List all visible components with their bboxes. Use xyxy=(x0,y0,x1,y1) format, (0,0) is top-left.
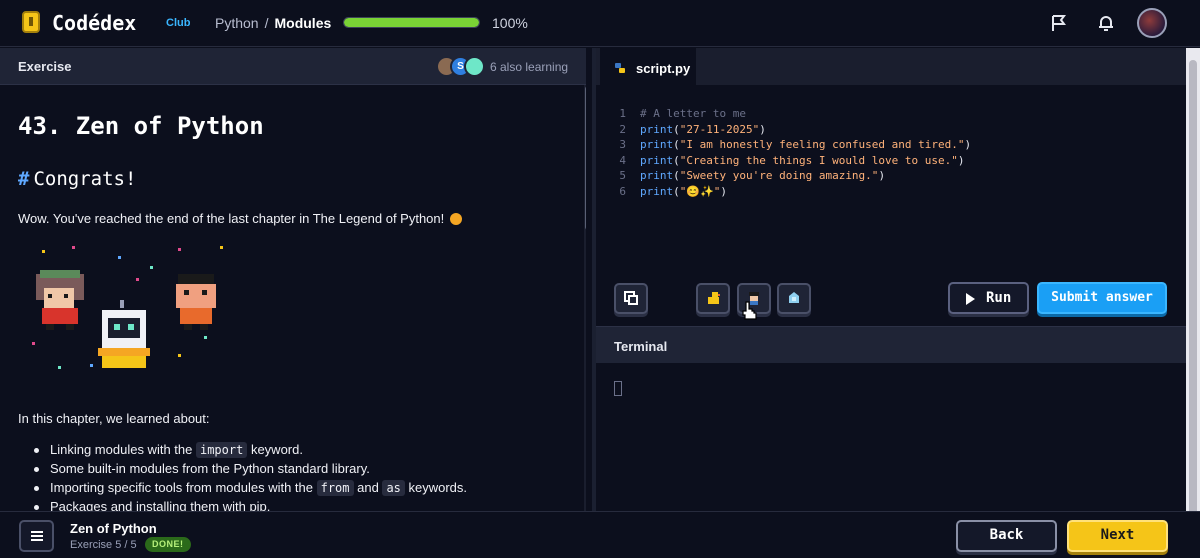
logo-club-label: Club xyxy=(166,17,191,29)
code-line: 2 print("27-11-2025") xyxy=(596,122,971,138)
learners-count: 6 also learning xyxy=(490,60,569,74)
editor-tab-bar: script.py xyxy=(596,48,1186,85)
celebration-pixel-art xyxy=(32,246,223,369)
breadcrumb: Python / Modules xyxy=(215,15,331,31)
user-avatar[interactable] xyxy=(1137,8,1167,38)
line-number: 2 xyxy=(619,122,626,136)
exercise-count: Exercise 5 / 5 xyxy=(70,539,137,551)
code-function: print xyxy=(640,169,674,182)
code-line: 6 print("😊✨") xyxy=(596,184,971,200)
line-number: 1 xyxy=(619,107,626,120)
back-button[interactable]: Back xyxy=(956,520,1057,552)
code-string: "Creating the things I would love to use… xyxy=(679,153,958,167)
line-number: 4 xyxy=(619,153,626,167)
breadcrumb-modules[interactable]: Modules xyxy=(274,15,331,31)
terminal-output[interactable] xyxy=(596,363,1186,511)
exercise-panel-header: Exercise S 6 also learning xyxy=(0,48,586,85)
terminal-title: Terminal xyxy=(614,339,668,354)
python-icon xyxy=(615,63,625,73)
intro-paragraph: Wow. You've reached the end of the last … xyxy=(18,211,462,226)
code-string: "I am honestly feeling confused and tire… xyxy=(679,138,965,151)
code-line: 4 print("Creating the things I would love… xyxy=(596,153,971,169)
copy-icon xyxy=(624,291,638,305)
list-item-text: keyword. xyxy=(247,442,303,457)
flag-icon[interactable] xyxy=(1050,14,1068,32)
top-nav: Codédex Club Python / Modules 100% xyxy=(0,0,1200,47)
list-item-text: keywords. xyxy=(404,480,468,495)
code-function: print xyxy=(640,138,674,151)
submit-answer-button[interactable]: Submit answer xyxy=(1037,282,1167,314)
code-function: print xyxy=(640,153,674,167)
exercise-panel: Exercise S 6 also learning 43. Zen of Py… xyxy=(0,48,586,511)
list-item-text: Some built-in modules from the Python st… xyxy=(50,461,370,476)
logo-coin-icon[interactable] xyxy=(22,11,40,33)
code-area[interactable]: 1 # A letter to me 2 print("27-11-2025") 3… xyxy=(596,106,971,199)
inline-code: from xyxy=(316,480,354,496)
bottom-bar: Zen of Python Exercise 5 / 5 DONE! Back … xyxy=(0,511,1200,558)
list-item: Packages and installing them with pip. xyxy=(34,497,467,511)
line-number: 3 xyxy=(619,138,626,151)
breadcrumb-separator: / xyxy=(264,15,269,31)
code-function: print xyxy=(640,184,674,198)
smiling-emoji-icon xyxy=(449,213,462,225)
tab-label: script.py xyxy=(636,61,691,76)
breadcrumb-python[interactable]: Python xyxy=(215,15,259,31)
run-button[interactable]: Run xyxy=(948,282,1029,314)
list-item-text: and xyxy=(353,480,383,495)
code-string: "😊✨" xyxy=(679,184,721,198)
code-line: 3 print("I am honestly feeling confused a… xyxy=(596,137,971,153)
section-heading-text: Congrats! xyxy=(33,168,137,190)
progress-fill xyxy=(344,18,479,27)
run-label: Run xyxy=(986,290,1012,306)
code-function: print xyxy=(640,122,674,136)
inline-code: import xyxy=(195,442,248,458)
bell-icon[interactable] xyxy=(1097,14,1115,32)
crystal-helper-button[interactable] xyxy=(777,283,811,314)
line-number: 6 xyxy=(619,184,626,198)
terminal-header: Terminal xyxy=(596,326,1186,363)
code-line: 1 # A letter to me xyxy=(596,106,971,122)
list-item-text: Linking modules with the xyxy=(50,442,196,457)
hand-pointer-icon xyxy=(742,301,757,320)
copy-code-button[interactable] xyxy=(614,283,648,314)
list-item: Some built-in modules from the Python st… xyxy=(34,459,467,478)
section-heading: # Congrats! xyxy=(18,168,136,190)
play-icon xyxy=(966,293,975,305)
learned-list: Linking modules with the import keyword.… xyxy=(34,440,467,511)
exercise-title: Zen of Python xyxy=(70,521,157,536)
heading-hash: # xyxy=(18,168,30,190)
tab-script-py[interactable]: script.py xyxy=(600,48,696,85)
exercise-heading: 43. Zen of Python xyxy=(18,112,264,140)
learner-avatar xyxy=(464,56,485,77)
status-badge: DONE! xyxy=(145,537,191,552)
page-scrollbar-thumb[interactable] xyxy=(1189,60,1197,520)
code-line: 5 print("Sweety you're doing amazing.") xyxy=(596,168,971,184)
terminal-cursor xyxy=(614,381,622,396)
logo-text[interactable]: Codédex xyxy=(52,11,136,35)
code-comment: # A letter to me xyxy=(640,107,746,120)
duck-helper-button[interactable] xyxy=(696,283,730,314)
list-item: Linking modules with the import keyword. xyxy=(34,440,467,459)
list-item: Importing specific tools from modules wi… xyxy=(34,478,467,497)
inline-code: as xyxy=(382,480,405,496)
list-item-text: Packages and installing them with pip. xyxy=(50,499,271,511)
list-icon xyxy=(31,531,43,541)
learned-intro: In this chapter, we learned about: xyxy=(18,411,210,426)
rubber-duck-icon xyxy=(708,292,720,304)
exercise-list-button[interactable] xyxy=(19,520,54,552)
intro-text: Wow. You've reached the end of the last … xyxy=(18,211,445,226)
code-string: "27-11-2025" xyxy=(679,122,760,136)
exercise-panel-title: Exercise xyxy=(18,59,72,74)
progress-percent: 100% xyxy=(492,15,528,31)
next-button[interactable]: Next xyxy=(1067,520,1168,552)
line-number: 5 xyxy=(619,169,626,182)
exercise-scrollbar-thumb[interactable] xyxy=(585,86,586,230)
list-item-text: Importing specific tools from modules wi… xyxy=(50,480,317,495)
crystal-icon xyxy=(789,292,799,303)
character-helper-button[interactable] xyxy=(737,283,771,320)
code-string: "Sweety you're doing amazing." xyxy=(679,169,879,182)
course-progress-bar xyxy=(343,17,480,28)
